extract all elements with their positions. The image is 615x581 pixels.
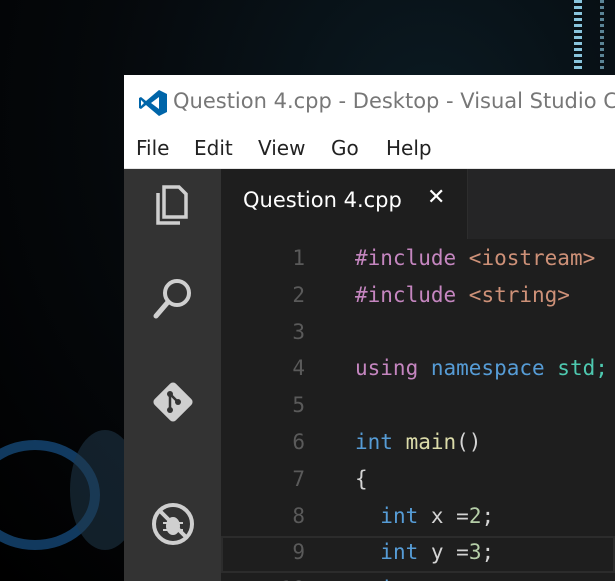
code-token: #include xyxy=(355,246,469,270)
wallpaper-light-strip xyxy=(600,0,604,72)
vscode-window: Question 4.cpp - Desktop - Visual Studio… xyxy=(124,75,615,581)
menu-go[interactable]: Go xyxy=(331,136,359,160)
line-number: 3 xyxy=(292,319,305,344)
code-line[interactable]: 7{ xyxy=(221,463,615,500)
code-token: #include xyxy=(355,282,469,307)
code-token: std; xyxy=(557,356,608,381)
code-text: int xyxy=(355,577,418,581)
line-number: 7 xyxy=(292,466,305,491)
code-editor[interactable]: 1 #include <iostream> 2 #include <string> 3 4… xyxy=(221,239,615,581)
code-token: int xyxy=(380,577,418,581)
code-token: ; xyxy=(481,540,495,565)
code-token: int xyxy=(380,540,431,565)
code-token: int xyxy=(355,430,406,454)
line-number: 2 xyxy=(292,282,305,307)
code-text: #include <iostream> xyxy=(355,246,595,270)
window-title: Question 4.cpp - Desktop - Visual Studio… xyxy=(173,89,615,113)
menu-help[interactable]: Help xyxy=(386,136,432,160)
code-line[interactable]: 5 xyxy=(221,389,615,426)
git-icon[interactable] xyxy=(148,377,198,427)
line-number: 8 xyxy=(292,503,305,528)
code-token: main xyxy=(405,430,457,454)
code-line[interactable]: 4 using namespace std; xyxy=(221,352,615,389)
code-token: int xyxy=(380,503,431,528)
code-line[interactable]: 6 int main() xyxy=(221,426,615,463)
code-text: #include <string> xyxy=(355,283,570,307)
wallpaper-light-strip xyxy=(574,0,582,72)
line-number: 9 xyxy=(292,540,305,565)
code-token: x = xyxy=(430,503,469,528)
tab-label: Question 4.cpp xyxy=(243,188,402,212)
menu-edit[interactable]: Edit xyxy=(194,136,233,160)
code-token: 3 xyxy=(468,540,482,565)
vscode-logo-icon xyxy=(139,90,167,116)
code-line[interactable]: 10 int xyxy=(221,573,615,581)
code-line[interactable]: 1 #include <iostream> xyxy=(221,242,615,279)
code-line[interactable]: 9 int y =3; xyxy=(221,536,615,573)
files-icon[interactable] xyxy=(148,179,198,229)
line-number: 6 xyxy=(292,430,305,454)
code-line[interactable]: 2 #include <string> xyxy=(221,279,615,316)
code-token: y = xyxy=(430,540,469,565)
activity-bar xyxy=(124,169,221,581)
line-number: 10 xyxy=(221,577,305,581)
code-text: int x =2; xyxy=(355,504,494,528)
code-text: { xyxy=(355,467,368,491)
code-text: int main() xyxy=(355,430,481,454)
menu-view[interactable]: View xyxy=(258,136,305,160)
code-line[interactable]: 3 xyxy=(221,316,615,353)
code-token: ; xyxy=(481,503,495,528)
code-token: <string> xyxy=(468,282,570,307)
code-token: <iostream> xyxy=(468,246,596,270)
search-icon[interactable] xyxy=(148,273,198,323)
code-token: 2 xyxy=(468,503,482,528)
code-text: int y =3; xyxy=(355,540,494,564)
line-number: 5 xyxy=(292,393,305,418)
line-number: 1 xyxy=(292,246,305,270)
code-token: { xyxy=(355,466,368,491)
code-line[interactable]: 8 int x =2; xyxy=(221,500,615,537)
code-text: using namespace std; xyxy=(355,356,608,380)
menu-bar: File Edit View Go Help xyxy=(124,131,615,169)
code-token: () xyxy=(456,430,482,454)
line-number: 4 xyxy=(292,356,305,381)
tab-bar: Question 4.cpp ✕ xyxy=(221,169,615,239)
close-icon[interactable]: ✕ xyxy=(427,185,445,210)
debug-icon[interactable] xyxy=(148,499,198,549)
title-bar: Question 4.cpp - Desktop - Visual Studio… xyxy=(124,75,615,131)
code-token: using xyxy=(355,356,431,381)
tab-question-4-cpp[interactable]: Question 4.cpp ✕ xyxy=(221,169,468,239)
code-token: namespace xyxy=(430,356,558,381)
menu-file[interactable]: File xyxy=(136,136,169,160)
